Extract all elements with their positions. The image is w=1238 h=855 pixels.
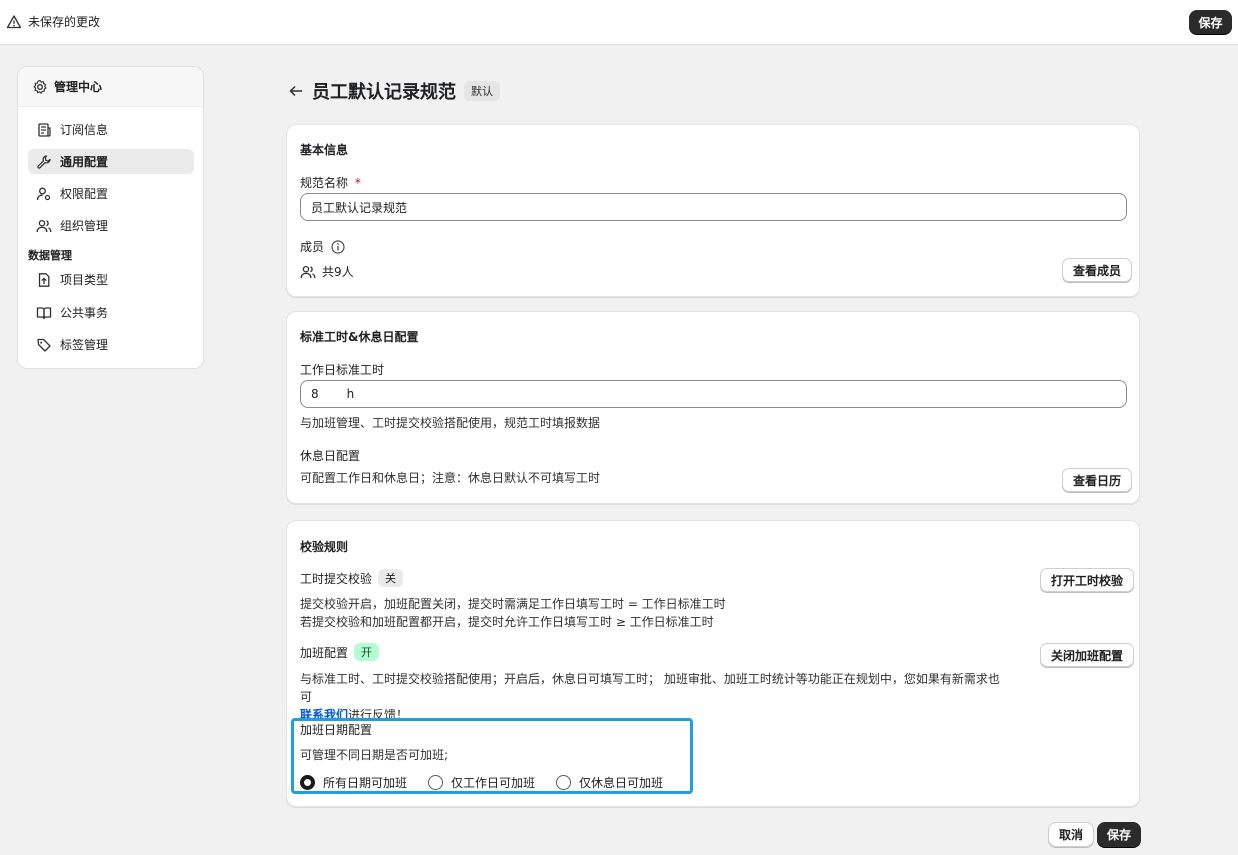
members-count: 共9人 [322, 265, 354, 279]
submit-check-help-1: 提交校验开启，加班配置关闭，提交时需满足工作日填写工时 = 工作日标准工时 [300, 597, 726, 611]
gear-icon [32, 79, 48, 95]
page-header: 员工默认记录规范 默认 [288, 78, 500, 104]
sidebar-header: 管理中心 [18, 67, 203, 107]
name-label: 规范名称 * [300, 176, 361, 190]
radio-all-dates[interactable]: 所有日期可加班 [300, 774, 407, 791]
info-icon[interactable] [330, 239, 346, 255]
admin-sidebar: 管理中心 订阅信息 通用配置 权限配置 组织管理 数据管理 项目类型 公共事务 … [17, 66, 204, 369]
view-calendar-button[interactable]: 查看日历 [1062, 468, 1133, 492]
book-icon [36, 305, 52, 321]
rule-name-input[interactable]: 员工默认记录规范 [300, 193, 1127, 221]
workday-hours-label: 工作日标准工时 [300, 363, 385, 377]
standard-hours-card: 标准工时&休息日配置 工作日标准工时 8 h 与加班管理、工时提交校验搭配使用，… [286, 311, 1140, 504]
sidebar-item-label: 标签管理 [60, 338, 109, 352]
basic-info-card: 基本信息 规范名称 * 员工默认记录规范 成员 共9人 查看成员 [286, 124, 1140, 297]
members-label-row: 成员 [300, 238, 346, 255]
tag-icon [36, 337, 52, 353]
sidebar-item-label: 权限配置 [60, 187, 109, 201]
save-button[interactable]: 保存 [1097, 822, 1142, 847]
user-key-icon [36, 186, 52, 202]
users-icon [300, 264, 316, 280]
cancel-button[interactable]: 取消 [1048, 822, 1095, 847]
basic-info-title: 基本信息 [300, 143, 349, 157]
sidebar-item-label: 项目类型 [60, 273, 109, 287]
sidebar-item-subscription[interactable]: 订阅信息 [28, 117, 194, 142]
warning-icon [6, 14, 22, 30]
receipt-icon [36, 122, 52, 138]
sidebar-item-general[interactable]: 通用配置 [28, 149, 194, 174]
users-icon [36, 218, 52, 234]
close-overtime-button[interactable]: 关闭加班配置 [1040, 643, 1135, 667]
sidebar-item-label: 公共事务 [60, 306, 109, 320]
submit-check-help-2: 若提交校验和加班配置都开启，提交时允许工作日填写工时 ≥ 工作日标准工时 [300, 615, 714, 629]
standard-hours-title: 标准工时&休息日配置 [300, 330, 419, 344]
sidebar-item-organization[interactable]: 组织管理 [28, 213, 194, 238]
overtime-row: 加班配置 开 [300, 643, 380, 661]
required-mark: * [354, 176, 361, 190]
unsaved-changes-bar: 未保存的更改 保存 [0, 0, 1238, 45]
radio-indicator[interactable] [428, 775, 444, 790]
file-upload-icon [36, 272, 52, 288]
open-hours-check-button[interactable]: 打开工时校验 [1040, 568, 1135, 592]
submit-check-label: 工时提交校验 [300, 571, 373, 586]
sidebar-item-label: 通用配置 [60, 155, 109, 169]
wrench-icon [36, 154, 52, 170]
rest-day-help: 可配置工作日和休息日；注意：休息日默认不可填写工时 [300, 471, 601, 485]
unsaved-indicator: 未保存的更改 [6, 13, 100, 30]
view-members-button[interactable]: 查看成员 [1062, 258, 1133, 282]
overtime-date-help: 可管理不同日期是否可加班; [300, 748, 449, 762]
overtime-date-options: 所有日期可加班 仅工作日可加班 仅休息日可加班 [300, 774, 663, 791]
overtime-help: 与标准工时、工时提交校验搭配使用；开启后，休息日可填写工时； 加班审批、加班工时… [300, 672, 1000, 722]
page-title: 员工默认记录规范 [312, 82, 456, 103]
sidebar-title: 管理中心 [54, 80, 103, 94]
members-count-row: 共9人 [300, 263, 354, 280]
radio-selected-indicator[interactable] [300, 775, 315, 790]
sidebar-item-label: 组织管理 [60, 219, 109, 233]
hours-unit: h [346, 387, 355, 401]
default-badge: 默认 [464, 81, 500, 101]
overtime-label: 加班配置 [300, 645, 349, 660]
sidebar-item-tags[interactable]: 标签管理 [28, 332, 194, 357]
rest-day-label: 休息日配置 [300, 449, 361, 463]
sidebar-group-data: 数据管理 [28, 249, 72, 262]
sidebar-item-project-types[interactable]: 项目类型 [28, 267, 194, 292]
validation-rules-card: 校验规则 工时提交校验 关 提交校验开启，加班配置关闭，提交时需满足工作日填写工… [286, 520, 1140, 807]
overtime-date-title: 加班日期配置 [300, 723, 373, 737]
save-button-top[interactable]: 保存 [1189, 10, 1232, 34]
submit-check-status-badge: 关 [378, 569, 404, 587]
sidebar-item-permissions[interactable]: 权限配置 [28, 181, 194, 206]
workday-hours-help: 与加班管理、工时提交校验搭配使用，规范工时填报数据 [300, 416, 601, 430]
radio-indicator[interactable] [556, 775, 572, 790]
sidebar-item-label: 订阅信息 [60, 123, 109, 137]
submit-check-row: 工时提交校验 关 [300, 569, 404, 587]
radio-workdays-only[interactable]: 仅工作日可加班 [428, 774, 535, 791]
validation-rules-title: 校验规则 [300, 540, 349, 554]
unsaved-text: 未保存的更改 [28, 15, 101, 29]
workday-hours-value: 8 [311, 387, 319, 401]
rule-name-value: 员工默认记录规范 [311, 200, 408, 215]
radio-rest-days-only[interactable]: 仅休息日可加班 [556, 774, 663, 791]
workday-hours-input[interactable]: 8 h [300, 380, 1127, 408]
overtime-status-badge: 开 [354, 643, 380, 661]
back-arrow-icon[interactable] [288, 83, 304, 99]
sidebar-item-public-affairs[interactable]: 公共事务 [28, 300, 194, 325]
